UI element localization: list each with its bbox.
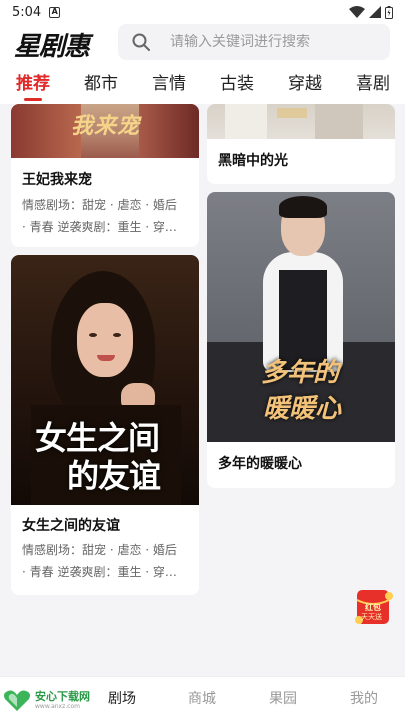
nav-mall[interactable]: 商城: [172, 677, 232, 721]
drama-poster: [207, 104, 395, 139]
drama-card[interactable]: 黑暗中的光: [207, 104, 395, 184]
battery-icon: [385, 5, 393, 19]
cellular-signal-icon: [369, 6, 381, 18]
drama-tags: 情感剧场：甜宠 · 虐恋 · 婚后: [22, 198, 177, 212]
poster-title-art: 我来宠: [71, 113, 141, 139]
tab-comedy[interactable]: 喜剧: [356, 64, 390, 104]
drama-title: 多年的暖暖心: [218, 456, 302, 472]
drama-title: 黑暗中的光: [218, 153, 288, 169]
search-bar[interactable]: [118, 24, 390, 60]
poster-title-art: 多年的: [261, 358, 340, 388]
drama-poster: 多年的 暖暖心: [207, 192, 395, 442]
drama-tags: 情感剧场：甜宠 · 虐恋 · 婚后: [22, 543, 177, 557]
drama-card[interactable]: 多年的 暖暖心 多年的暖暖心: [207, 192, 395, 488]
search-icon: [132, 33, 150, 51]
wifi-icon: [349, 6, 365, 18]
watermark-title: 安心下载网: [35, 690, 90, 703]
app-header: 星剧惠: [0, 24, 405, 64]
notification-icon: A: [49, 6, 61, 18]
nav-profile[interactable]: 我的: [334, 677, 394, 721]
tab-costume[interactable]: 古装: [220, 64, 254, 104]
drama-feed: 我来宠 王妃我来宠 情感剧场：甜宠 · 虐恋 · 婚后 · 青春 逆袭爽剧：重生…: [0, 104, 405, 676]
red-packet-float-button[interactable]: 红包 天天送: [353, 588, 395, 628]
nav-orchard[interactable]: 果园: [253, 677, 313, 721]
nav-theater[interactable]: 剧场: [92, 677, 152, 721]
drama-title: 女生之间的友谊: [22, 518, 120, 534]
red-packet-sublabel: 天天送: [361, 613, 382, 621]
tab-urban[interactable]: 都市: [84, 64, 118, 104]
poster-title-art: 的友谊: [67, 457, 161, 495]
drama-tags: · 青春 逆袭爽剧：重生 · 穿…: [22, 565, 177, 579]
tab-romance[interactable]: 言情: [152, 64, 186, 104]
drama-tags: · 青春 逆袭爽剧：重生 · 穿…: [22, 220, 177, 234]
status-bar: 5:04 A: [0, 0, 405, 24]
tab-time-travel[interactable]: 穿越: [288, 64, 322, 104]
drama-poster: 女生之间 的友谊: [11, 255, 199, 505]
heart-logo-icon: [4, 690, 30, 711]
poster-title-art: 暖暖心: [263, 394, 342, 424]
drama-title: 王妃我来宠: [22, 172, 92, 188]
drama-card[interactable]: 女生之间 的友谊 女生之间的友谊 情感剧场：甜宠 · 虐恋 · 婚后 · 青春 …: [11, 255, 199, 595]
drama-poster: 我来宠: [11, 104, 199, 158]
search-input[interactable]: [170, 34, 370, 50]
drama-card[interactable]: 我来宠 王妃我来宠 情感剧场：甜宠 · 虐恋 · 婚后 · 青春 逆袭爽剧：重生…: [11, 104, 199, 247]
category-tabs: 推荐 都市 言情 古装 穿越 喜剧: [0, 64, 405, 104]
watermark-url: www.anxz.com: [35, 703, 80, 710]
app-logo: 星剧惠: [14, 24, 90, 64]
tab-recommend[interactable]: 推荐: [16, 64, 50, 104]
app-logo-text: 星剧惠: [14, 31, 90, 62]
status-time: 5:04: [12, 4, 42, 20]
bottom-nav: 安心下载网 www.anxz.com 剧场 商城 果园 我的: [0, 676, 405, 721]
watermark-logo: 安心下载网 www.anxz.com: [2, 689, 90, 713]
